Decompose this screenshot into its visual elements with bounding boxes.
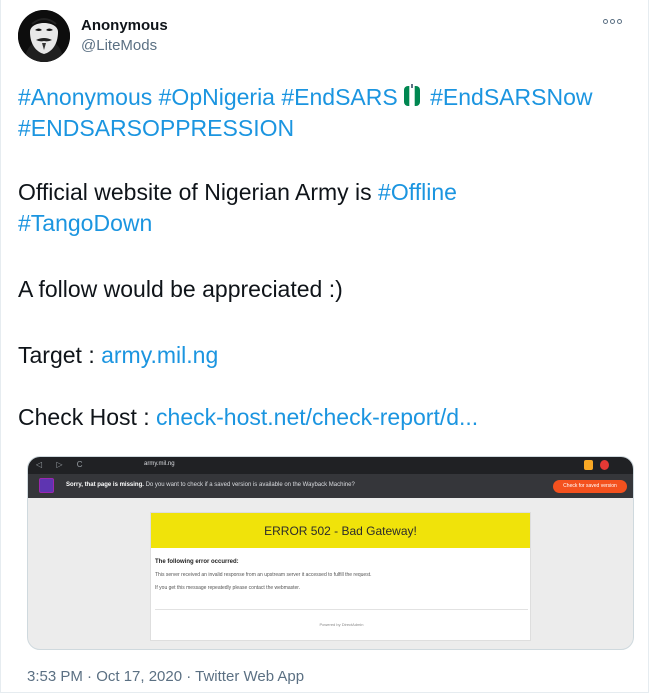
wayback-banner: Sorry, that page is missing. Do you want… bbox=[28, 474, 633, 498]
user-handle[interactable]: @LiteMods bbox=[81, 37, 157, 54]
more-icon[interactable] bbox=[603, 16, 623, 26]
tweet-line-follow: A follow would be appreciated :) bbox=[18, 274, 343, 304]
avatar[interactable] bbox=[18, 10, 70, 62]
error-message-2: If you get this message repeatedly pleas… bbox=[155, 585, 301, 591]
nigeria-flag-emoji-icon bbox=[403, 84, 420, 108]
brave-shield-icon bbox=[584, 460, 593, 470]
anonymous-mask-icon bbox=[18, 10, 70, 62]
error-message-1: This server received an invalid response… bbox=[155, 572, 372, 578]
browser-nav-icons: ◁ ▷ C bbox=[36, 460, 89, 469]
tweet-line-hashtags: #Anonymous #OpNigeria #EndSARS #EndSARSN… bbox=[18, 82, 592, 112]
target-link[interactable]: army.mil.ng bbox=[101, 342, 218, 368]
target-label: Target : bbox=[18, 342, 102, 368]
browser-url: army.mil.ng bbox=[144, 461, 175, 467]
hashtag-opnigeria[interactable]: #OpNigeria bbox=[159, 84, 275, 110]
tweet-text-follow: A follow would be appreciated :) bbox=[18, 276, 343, 302]
browser-toolbar: ◁ ▷ C army.mil.ng bbox=[28, 457, 633, 474]
tweet-line-official: Official website of Nigerian Army is #Of… bbox=[18, 177, 457, 207]
tweet-text-official: Official website of Nigerian Army is bbox=[18, 179, 379, 205]
error-title: ERROR 502 - Bad Gateway! bbox=[151, 513, 530, 548]
check-saved-version-button: Check for saved version bbox=[553, 480, 627, 493]
tweet-line-hashtag2: #ENDSARSOPPRESSION bbox=[18, 113, 294, 143]
hashtag-endsarsnow[interactable]: #EndSARSNow bbox=[430, 84, 592, 110]
checkhost-link[interactable]: check-host.net/check-report/d... bbox=[156, 404, 478, 430]
error-following: The following error occurred: bbox=[155, 559, 239, 565]
checkhost-label: Check Host : bbox=[18, 404, 157, 430]
rewards-icon bbox=[600, 460, 609, 470]
error-footer: Powered by DirectAdmin bbox=[155, 609, 528, 639]
tweet-timestamp[interactable]: 3:53 PM · Oct 17, 2020 · Twitter Web App bbox=[27, 668, 304, 685]
user-name[interactable]: Anonymous bbox=[81, 17, 168, 34]
error-panel: ERROR 502 - Bad Gateway! The following e… bbox=[150, 512, 531, 641]
tweet-card: Anonymous @LiteMods #Anonymous #OpNigeri… bbox=[0, 0, 649, 693]
hashtag-offline[interactable]: #Offline bbox=[378, 179, 457, 205]
tweet-line-tangodown: #TangoDown bbox=[18, 208, 152, 238]
wayback-icon bbox=[39, 478, 54, 493]
tweet-media-screenshot[interactable]: ◁ ▷ C army.mil.ng Sorry, that page is mi… bbox=[27, 456, 634, 650]
hashtag-endsars[interactable]: #EndSARS bbox=[281, 84, 397, 110]
tweet-line-checkhost: Check Host : check-host.net/check-report… bbox=[18, 402, 478, 432]
hashtag-tangodown[interactable]: #TangoDown bbox=[18, 210, 152, 236]
hashtag-endsarsoppression[interactable]: #ENDSARSOPPRESSION bbox=[18, 115, 294, 141]
wayback-banner-text: Sorry, that page is missing. Do you want… bbox=[66, 482, 355, 488]
hashtag-anonymous[interactable]: #Anonymous bbox=[18, 84, 152, 110]
tweet-line-target: Target : army.mil.ng bbox=[18, 340, 218, 370]
